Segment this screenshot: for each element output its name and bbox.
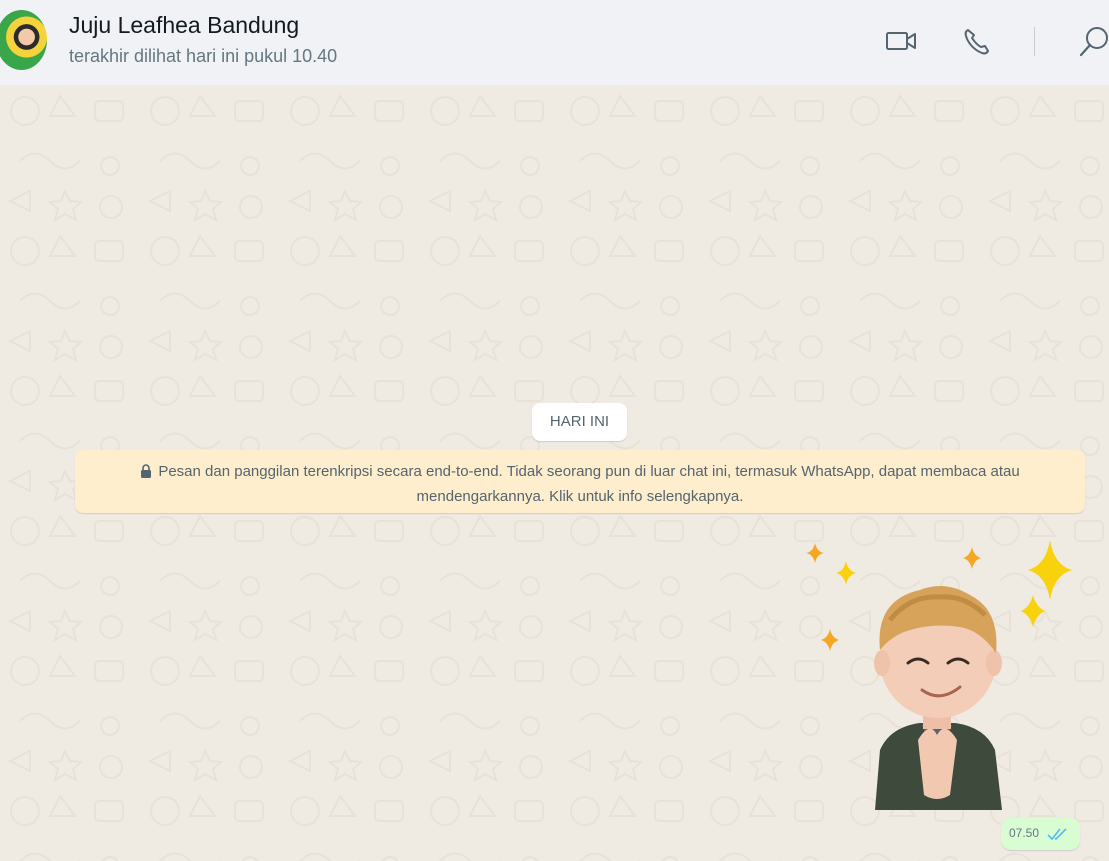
- lock-icon: [141, 464, 152, 478]
- voice-call-icon[interactable]: [961, 26, 993, 58]
- date-separator: HARI INI: [532, 403, 627, 441]
- contact-avatar[interactable]: [0, 10, 47, 70]
- contact-name[interactable]: Juju Leafhea Bandung: [69, 12, 299, 39]
- chat-area[interactable]: HARI INI Pesan dan panggilan terenkripsi…: [0, 86, 1109, 861]
- message-meta: 07.50: [1001, 818, 1080, 850]
- sticker-message[interactable]: [800, 535, 1085, 815]
- message-time: 07.50: [1009, 826, 1040, 840]
- encryption-notice-text: Pesan dan panggilan terenkripsi secara e…: [158, 463, 1020, 505]
- read-ticks-icon: [1047, 828, 1067, 841]
- chat-header: Juju Leafhea Bandung terakhir dilihat ha…: [0, 0, 1109, 86]
- avatar-character: [874, 586, 1002, 810]
- header-divider: [1034, 27, 1035, 56]
- encryption-notice[interactable]: Pesan dan panggilan terenkripsi secara e…: [75, 450, 1085, 513]
- search-icon[interactable]: [1078, 24, 1109, 58]
- video-call-icon[interactable]: [885, 29, 918, 53]
- last-seen-status: terakhir dilihat hari ini pukul 10.40: [69, 46, 338, 66]
